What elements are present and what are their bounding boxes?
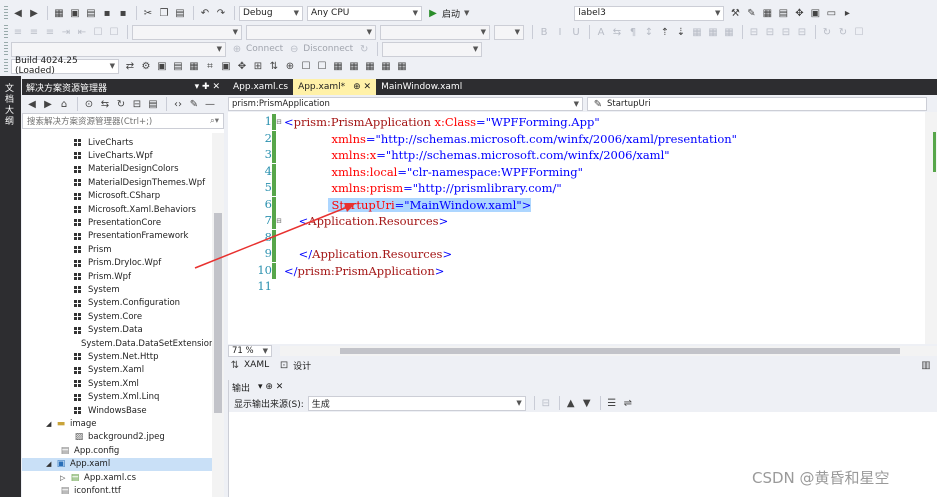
arrow-line <box>194 205 351 269</box>
arrow-head <box>344 203 356 212</box>
watermark: CSDN @黄昏和星空 <box>752 469 890 487</box>
annotation-arrow <box>194 203 356 269</box>
